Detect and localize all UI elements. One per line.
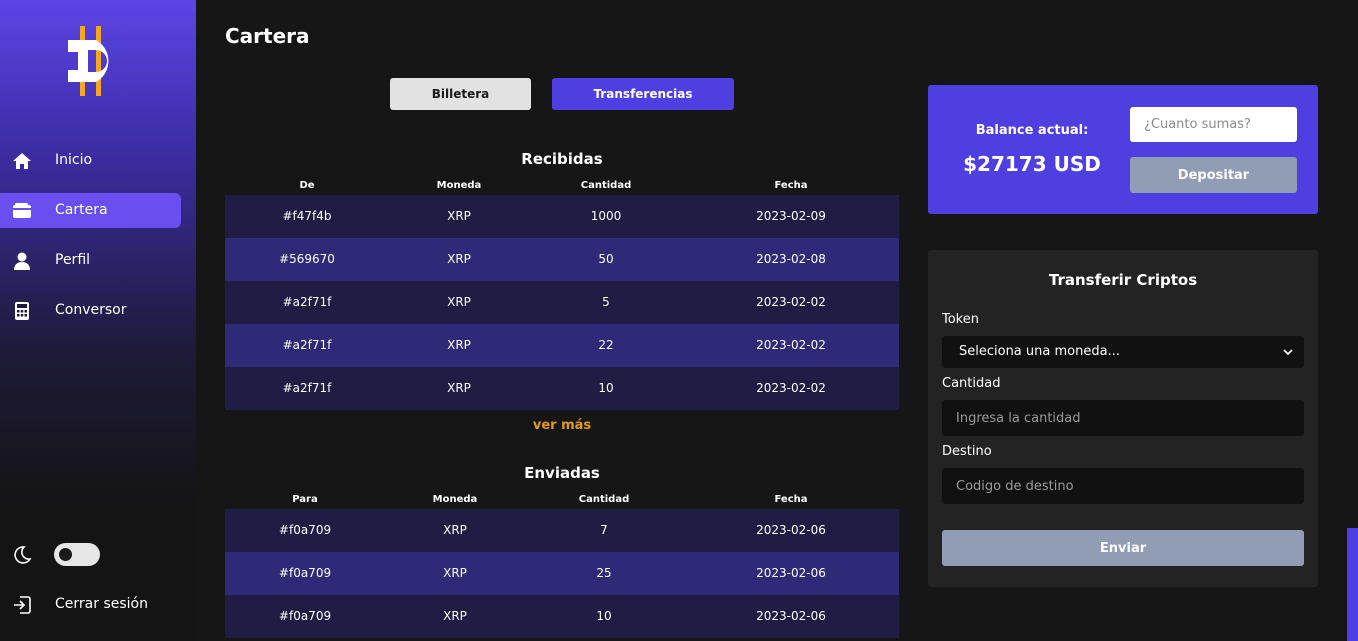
sidebar-item-cartera[interactable]: Cartera <box>0 193 181 228</box>
amount-field[interactable] <box>942 400 1304 436</box>
cell-date: 2023-02-06 <box>756 523 826 537</box>
transfer-title: Transferir Criptos <box>1048 271 1198 289</box>
cell-amount: 1000 <box>590 209 622 223</box>
table-row: #f0a709 XRP 25 2023-02-06 <box>225 552 899 595</box>
table-row: #f0a709 XRP 10 2023-02-06 <box>225 595 899 638</box>
cell-from: #569670 <box>279 252 335 266</box>
toggle-knob <box>59 548 72 561</box>
page-title: Cartera <box>225 24 310 48</box>
sidebar-item-label: Conversor <box>55 302 127 318</box>
column-header: Para <box>292 494 318 505</box>
sidebar-item-inicio[interactable]: Inicio <box>0 143 181 178</box>
see-more-link[interactable]: ver más <box>225 418 899 433</box>
cell-date: 2023-02-08 <box>756 252 826 266</box>
cell-amount: 7 <box>600 523 608 537</box>
cell-from: #f47f4b <box>282 209 332 223</box>
cell-date: 2023-02-02 <box>756 295 826 309</box>
column-header: De <box>299 180 315 191</box>
token-label: Token <box>942 312 979 327</box>
cell-date: 2023-02-02 <box>756 338 826 352</box>
wallet-icon <box>13 203 31 218</box>
theme-toggle[interactable] <box>54 543 100 566</box>
amount-label: Cantidad <box>942 376 1001 391</box>
transfer-card: Transferir Criptos Token Seleciona una m… <box>928 250 1318 587</box>
cell-coin: XRP <box>447 381 471 395</box>
logout-button[interactable]: Cerrar sesión <box>55 596 148 612</box>
received-title: Recibidas <box>521 150 603 168</box>
cell-coin: XRP <box>443 566 467 580</box>
app-logo[interactable] <box>66 26 122 96</box>
balance-label: Balance actual: <box>975 123 1089 138</box>
cell-amount: 22 <box>598 338 614 352</box>
calculator-icon <box>15 302 29 320</box>
received-table-header: De Moneda Cantidad Fecha <box>225 178 899 194</box>
sidebar: Inicio Cartera Perfil Conversor Cerrar s… <box>0 0 196 641</box>
cell-date: 2023-02-09 <box>756 209 826 223</box>
tab-billetera[interactable]: Billetera <box>390 78 531 110</box>
cell-amount: 50 <box>598 252 614 266</box>
column-header: Fecha <box>774 180 808 191</box>
chevron-down-icon <box>1283 349 1293 356</box>
column-header: Moneda <box>436 180 482 191</box>
cell-coin: XRP <box>447 252 471 266</box>
cell-amount: 10 <box>598 381 614 395</box>
balance-value: $27173 USD <box>963 152 1101 176</box>
cell-date: 2023-02-06 <box>756 609 826 623</box>
column-header: Fecha <box>774 494 808 505</box>
sidebar-item-perfil[interactable]: Perfil <box>0 243 181 278</box>
cell-amount: 10 <box>596 609 612 623</box>
token-select-value: Seleciona una moneda... <box>959 344 1120 359</box>
cell-coin: XRP <box>447 209 471 223</box>
column-header: Cantidad <box>580 180 632 191</box>
column-header: Moneda <box>432 494 478 505</box>
cell-coin: XRP <box>447 295 471 309</box>
sidebar-item-conversor[interactable]: Conversor <box>0 293 181 328</box>
cell-from: #a2f71f <box>282 338 332 352</box>
token-select[interactable]: Seleciona una moneda... <box>942 336 1304 368</box>
tab-transferencias[interactable]: Transferencias <box>552 78 734 110</box>
logout-icon[interactable] <box>12 595 32 615</box>
cell-date: 2023-02-02 <box>756 381 826 395</box>
cell-from: #a2f71f <box>282 295 332 309</box>
table-row: #a2f71f XRP 22 2023-02-02 <box>225 324 899 367</box>
user-icon <box>14 252 30 270</box>
sidebar-item-label: Perfil <box>55 252 91 268</box>
sent-table-header: Para Moneda Cantidad Fecha <box>225 492 899 508</box>
table-row: #569670 XRP 50 2023-02-08 <box>225 238 899 281</box>
table-row: #f47f4b XRP 1000 2023-02-09 <box>225 195 899 238</box>
table-row: #a2f71f XRP 10 2023-02-02 <box>225 367 899 410</box>
sidebar-item-label: Inicio <box>55 152 93 168</box>
cell-to: #f0a709 <box>278 523 332 537</box>
deposit-amount-input[interactable] <box>1130 107 1297 142</box>
cell-coin: XRP <box>447 338 471 352</box>
sidebar-item-label: Cartera <box>55 202 108 218</box>
balance-card: Balance actual: $27173 USD Depositar <box>928 85 1318 214</box>
column-header: Cantidad <box>578 494 630 505</box>
send-button[interactable]: Enviar <box>942 530 1304 566</box>
cell-amount: 25 <box>596 566 612 580</box>
cell-to: #f0a709 <box>278 609 332 623</box>
moon-icon <box>14 546 32 564</box>
cell-date: 2023-02-06 <box>756 566 826 580</box>
cell-to: #f0a709 <box>278 566 332 580</box>
cell-amount: 5 <box>602 295 610 309</box>
cell-coin: XRP <box>443 609 467 623</box>
sent-title: Enviadas <box>524 464 600 482</box>
cell-coin: XRP <box>443 523 467 537</box>
table-row: #a2f71f XRP 5 2023-02-02 <box>225 281 899 324</box>
home-icon <box>13 153 31 169</box>
deposit-button[interactable]: Depositar <box>1130 157 1297 193</box>
cell-from: #a2f71f <box>282 381 332 395</box>
destination-field[interactable] <box>942 468 1304 504</box>
table-row: #f0a709 XRP 7 2023-02-06 <box>225 509 899 552</box>
destination-label: Destino <box>942 444 992 459</box>
scrollbar-thumb[interactable] <box>1347 528 1358 641</box>
